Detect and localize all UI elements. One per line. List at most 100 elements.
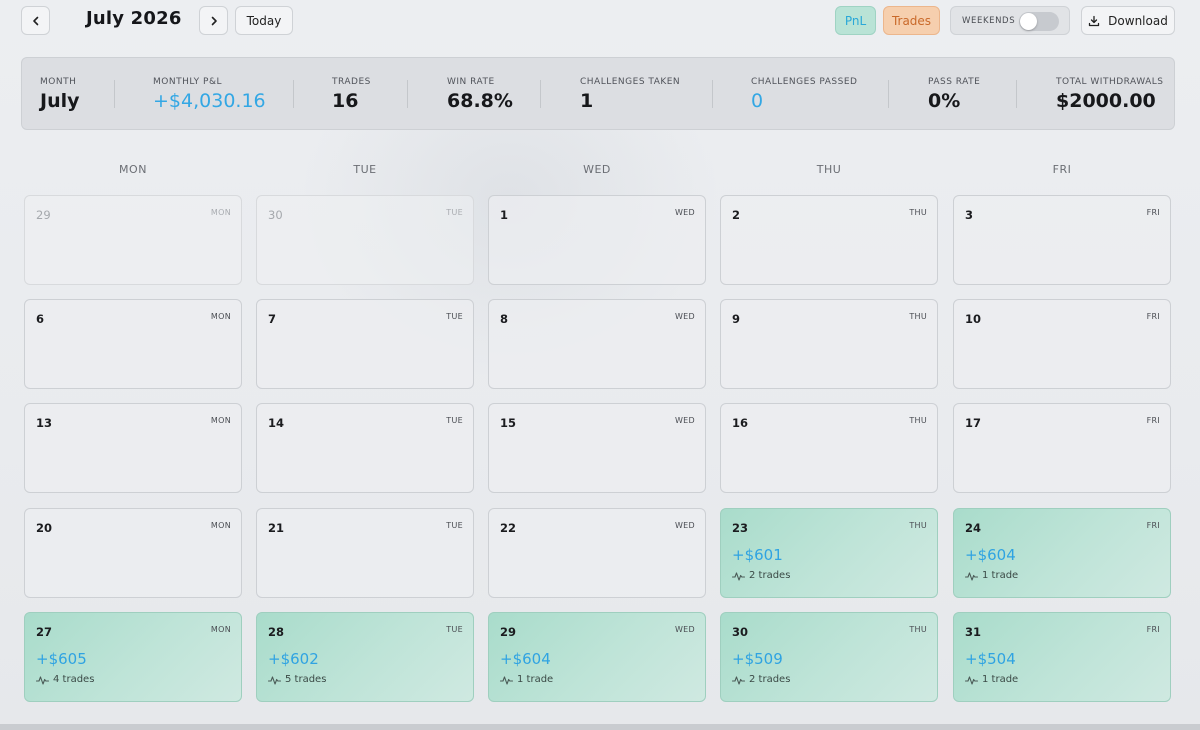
next-month-button[interactable]	[199, 6, 228, 35]
calendar-day-cell[interactable]: 15 WED	[488, 403, 706, 493]
toggle-knob	[1020, 13, 1037, 30]
trade-count-label: 1 trade	[982, 570, 1019, 581]
day-number: 30	[268, 208, 283, 222]
day-name: MON	[210, 521, 231, 530]
trade-count-label: 5 trades	[285, 674, 327, 685]
stat-divider	[407, 80, 408, 108]
day-name: WED	[674, 416, 695, 425]
trade-count-label: 1 trade	[517, 674, 554, 685]
day-trade-count: 2 trades	[732, 570, 790, 581]
day-number: 6	[36, 312, 45, 326]
day-name: THU	[909, 625, 927, 634]
day-number: 7	[268, 312, 277, 326]
day-number: 8	[500, 312, 509, 326]
calendar-day-cell[interactable]: 27 MON +$605 4 trades	[24, 612, 242, 702]
day-name: WED	[674, 521, 695, 530]
day-pnl: +$509	[732, 650, 783, 668]
stat-divider	[712, 80, 713, 108]
calendar-day-cell[interactable]: 28 TUE +$602 5 trades	[256, 612, 474, 702]
day-number: 30	[732, 625, 749, 639]
chevron-right-icon	[211, 16, 217, 25]
calendar-day-cell[interactable]: 22 WED	[488, 508, 706, 598]
day-name: THU	[909, 521, 927, 530]
calendar-day-cell[interactable]: 17 FRI	[953, 403, 1171, 493]
stat-label: WIN RATE	[447, 77, 495, 87]
download-button[interactable]: Download	[1081, 6, 1175, 35]
trades-view-button[interactable]: Trades	[883, 6, 940, 35]
trade-count-label: 1 trade	[982, 674, 1019, 685]
day-number: 10	[965, 312, 982, 326]
calendar-day-cell[interactable]: 9 THU	[720, 299, 938, 389]
day-number: 3	[965, 208, 974, 222]
day-pnl: +$604	[500, 650, 551, 668]
stat-label: MONTH	[40, 77, 77, 87]
calendar-day-cell[interactable]: 20 MON	[24, 508, 242, 598]
weekday-fri: FRI	[1052, 163, 1072, 176]
weekday-tue: TUE	[353, 163, 377, 176]
calendar-day-cell[interactable]: 13 MON	[24, 403, 242, 493]
day-number: 13	[36, 416, 53, 430]
stat-value: 1	[580, 90, 594, 112]
day-pnl: +$602	[268, 650, 319, 668]
day-number: 9	[732, 312, 741, 326]
stat-label: CHALLENGES TAKEN	[580, 77, 681, 87]
day-number: 15	[500, 416, 517, 430]
previous-month-button[interactable]	[21, 6, 50, 35]
day-number: 23	[732, 521, 749, 535]
calendar-day-cell[interactable]: 8 WED	[488, 299, 706, 389]
day-number: 24	[965, 521, 982, 535]
download-icon	[1089, 15, 1100, 26]
stat-divider	[888, 80, 889, 108]
monthly-stats-panel: MONTH July MONTHLY P&L +$4,030.16 TRADES…	[21, 57, 1175, 130]
day-trade-count: 5 trades	[268, 674, 326, 685]
today-button[interactable]: Today	[235, 6, 293, 35]
day-number: 17	[965, 416, 982, 430]
stat-label: PASS RATE	[928, 77, 981, 87]
bottom-edge	[0, 724, 1200, 730]
month-title: July 2026	[86, 8, 182, 29]
stat-value: 16	[332, 90, 359, 112]
calendar-day-cell[interactable]: 23 THU +$601 2 trades	[720, 508, 938, 598]
pnl-view-button[interactable]: PnL	[835, 6, 876, 35]
day-name: FRI	[1146, 208, 1160, 217]
calendar-day-cell[interactable]: 2 THU	[720, 195, 938, 285]
day-trade-count: 1 trade	[965, 674, 1018, 685]
day-name: TUE	[446, 416, 463, 425]
stat-value: 68.8%	[447, 90, 513, 112]
calendar-day-cell[interactable]: 29 MON	[24, 195, 242, 285]
calendar-day-cell[interactable]: 7 TUE	[256, 299, 474, 389]
activity-icon	[268, 675, 281, 685]
day-trade-count: 1 trade	[965, 570, 1018, 581]
calendar-day-cell[interactable]: 1 WED	[488, 195, 706, 285]
day-pnl: +$604	[965, 546, 1016, 564]
calendar-toolbar: July 2026 Today PnL Trades WEEKENDS Down…	[0, 0, 1200, 44]
day-number: 1	[500, 208, 509, 222]
calendar-day-cell[interactable]: 14 TUE	[256, 403, 474, 493]
weekends-toggle-group: WEEKENDS	[950, 6, 1070, 35]
day-number: 14	[268, 416, 285, 430]
day-name: MON	[210, 312, 231, 321]
activity-icon	[732, 675, 745, 685]
calendar-day-cell[interactable]: 3 FRI	[953, 195, 1171, 285]
calendar-day-cell[interactable]: 10 FRI	[953, 299, 1171, 389]
stat-value: 0	[751, 90, 764, 112]
calendar-day-cell[interactable]: 6 MON	[24, 299, 242, 389]
calendar-day-cell[interactable]: 30 THU +$509 2 trades	[720, 612, 938, 702]
day-name: WED	[674, 312, 695, 321]
activity-icon	[36, 675, 49, 685]
calendar-day-cell[interactable]: 31 FRI +$504 1 trade	[953, 612, 1171, 702]
day-name: FRI	[1146, 416, 1160, 425]
calendar-day-cell[interactable]: 21 TUE	[256, 508, 474, 598]
calendar-day-cell[interactable]: 16 THU	[720, 403, 938, 493]
stat-label: TRADES	[332, 77, 371, 87]
day-name: TUE	[446, 312, 463, 321]
weekends-toggle[interactable]	[1019, 12, 1059, 31]
stat-divider	[293, 80, 294, 108]
calendar-day-cell[interactable]: 24 FRI +$604 1 trade	[953, 508, 1171, 598]
day-name: THU	[909, 312, 927, 321]
calendar-day-cell[interactable]: 29 WED +$604 1 trade	[488, 612, 706, 702]
stat-value: $2000.00	[1056, 90, 1156, 112]
day-name: THU	[909, 208, 927, 217]
calendar-day-cell[interactable]: 30 TUE	[256, 195, 474, 285]
activity-icon	[500, 675, 513, 685]
